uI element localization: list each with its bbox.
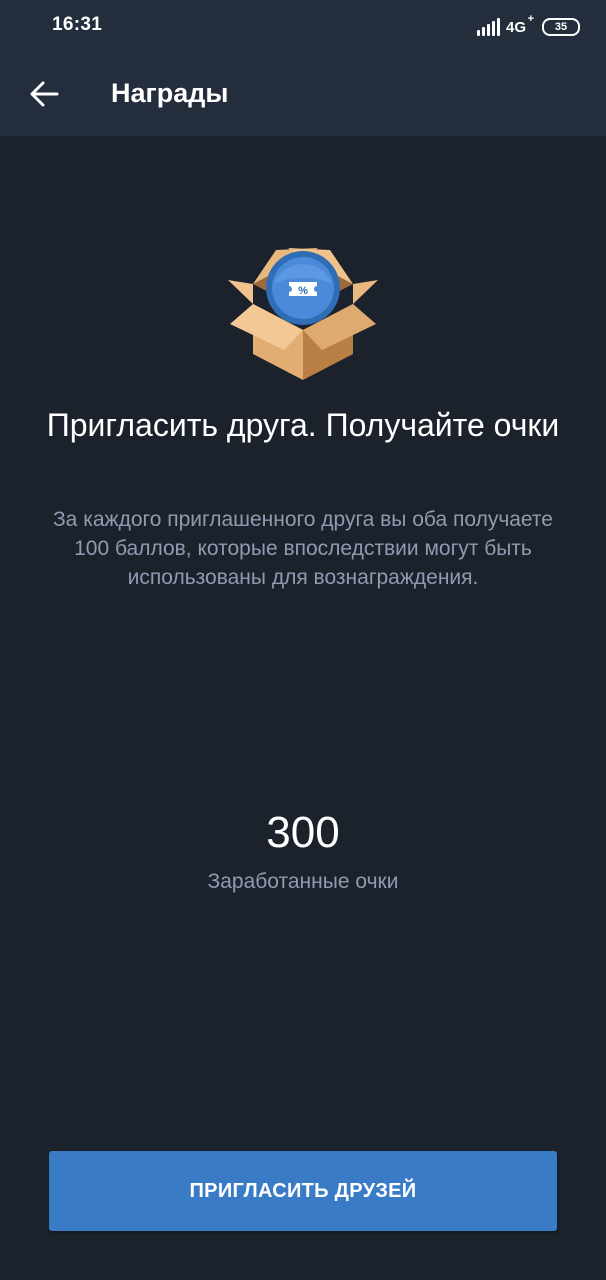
invite-friends-button-label: ПРИГЛАСИТЬ ДРУЗЕЙ	[189, 1179, 417, 1202]
signal-strength-icon	[476, 18, 500, 36]
gift-box-coupon-icon: %	[228, 248, 378, 380]
app-bar: Награды	[0, 56, 606, 136]
network-type-label: 4G	[505, 18, 526, 36]
network-type: 4G +	[505, 13, 534, 36]
battery-icon: 35	[542, 18, 580, 36]
arrow-left-icon	[30, 81, 59, 107]
earned-points-value: 300	[266, 808, 340, 857]
status-time: 16:31	[52, 14, 103, 35]
earned-points-caption: Заработанные очки	[207, 870, 399, 893]
status-bar: 16:31 4G + 35	[0, 0, 606, 56]
invite-friends-button[interactable]: ПРИГЛАСИТЬ ДРУЗЕЙ	[49, 1151, 557, 1231]
battery-level: 35	[554, 20, 568, 33]
svg-text:%: %	[298, 285, 308, 297]
promo-headline: Пригласить друга. Получайте очки	[46, 407, 560, 443]
page-title: Награды	[111, 78, 229, 108]
network-plus-label: +	[527, 12, 534, 25]
back-button[interactable]	[22, 72, 66, 116]
promo-description: За каждого приглашенного друга вы оба по…	[53, 508, 553, 589]
status-icons: 4G + 35	[476, 13, 580, 39]
